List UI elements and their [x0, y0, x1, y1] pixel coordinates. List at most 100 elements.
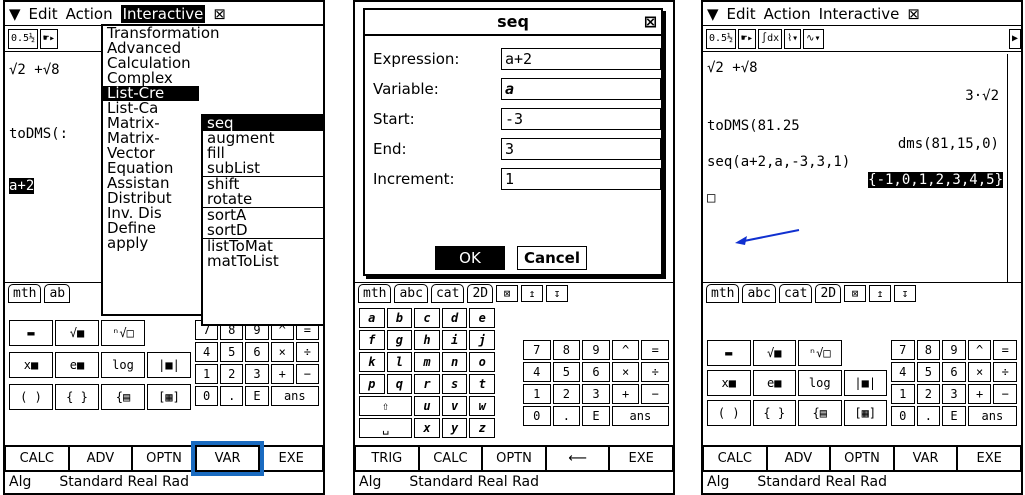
- trig-button[interactable]: TRIG: [355, 446, 419, 471]
- key-letter[interactable]: k: [359, 352, 385, 372]
- end-input[interactable]: 3: [501, 138, 661, 160]
- key[interactable]: 3: [582, 384, 610, 404]
- tab-mth[interactable]: mth: [8, 284, 42, 303]
- toolbar-button[interactable]: ☛▸: [40, 28, 59, 49]
- key[interactable]: E: [582, 406, 610, 426]
- menu-edit[interactable]: Edit: [727, 5, 756, 23]
- calc-button[interactable]: CALC: [5, 446, 69, 471]
- paren-key[interactable]: ( ): [707, 400, 751, 426]
- key[interactable]: E: [245, 386, 269, 406]
- optn-button[interactable]: OPTN: [482, 446, 546, 471]
- key[interactable]: ×: [270, 342, 294, 362]
- key[interactable]: 6: [245, 342, 269, 362]
- key[interactable]: 2: [220, 364, 244, 384]
- exp-key[interactable]: e■: [752, 370, 796, 396]
- start-input[interactable]: -3: [501, 108, 661, 130]
- key-letter[interactable]: n: [441, 352, 468, 372]
- key[interactable]: 5: [916, 362, 941, 382]
- optn-button[interactable]: OPTN: [132, 446, 196, 471]
- close-icon[interactable]: ⊠: [213, 5, 226, 23]
- down-key[interactable]: ↧: [894, 285, 917, 302]
- key[interactable]: ×: [967, 362, 992, 382]
- key[interactable]: 0: [523, 406, 551, 426]
- key[interactable]: ÷: [641, 362, 669, 382]
- key-letter[interactable]: f: [359, 330, 385, 350]
- key[interactable]: 0: [195, 386, 219, 406]
- key-letter[interactable]: a: [359, 308, 385, 328]
- key-letter[interactable]: g: [386, 330, 413, 350]
- key[interactable]: 9: [582, 340, 610, 360]
- piecewise-key[interactable]: {▤: [101, 384, 145, 410]
- tab-abc[interactable]: abc: [742, 284, 776, 303]
- key[interactable]: 8: [916, 340, 941, 360]
- brace-key[interactable]: { }: [55, 384, 99, 410]
- matrix-key[interactable]: [▦]: [147, 384, 191, 410]
- backspace-key[interactable]: ⊠: [844, 285, 867, 302]
- exe-button[interactable]: EXE: [609, 446, 673, 471]
- key[interactable]: 2: [916, 384, 941, 404]
- key[interactable]: .: [552, 406, 581, 426]
- key[interactable]: =: [641, 340, 669, 360]
- increment-input[interactable]: 1: [501, 168, 661, 190]
- backspace-button[interactable]: ⟵: [545, 446, 610, 471]
- power-key[interactable]: x■: [9, 352, 53, 378]
- menu-interactive[interactable]: Interactive: [819, 5, 900, 23]
- key-letter[interactable]: b: [386, 308, 413, 328]
- key-letter[interactable]: q: [386, 374, 413, 394]
- key[interactable]: 1: [195, 364, 219, 384]
- key[interactable]: +: [967, 384, 992, 404]
- up-key[interactable]: ↥: [521, 285, 544, 302]
- toolbar-button[interactable]: ∫dx: [758, 28, 783, 49]
- key[interactable]: +: [611, 384, 640, 404]
- piecewise-key[interactable]: {▤: [798, 400, 842, 426]
- optn-button[interactable]: OPTN: [830, 446, 894, 471]
- key[interactable]: ^: [611, 340, 640, 360]
- key[interactable]: −: [993, 384, 1017, 404]
- tab-mth[interactable]: mth: [706, 284, 740, 303]
- key[interactable]: 5: [552, 362, 581, 382]
- toolbar-more[interactable]: ▶: [1008, 28, 1021, 49]
- fraction-key[interactable]: ▬: [9, 320, 53, 346]
- paren-key[interactable]: ( ): [9, 384, 53, 410]
- key-letter[interactable]: h: [414, 330, 440, 350]
- nth-root-key[interactable]: ⁿ√□: [798, 340, 842, 366]
- key[interactable]: 4: [523, 362, 551, 382]
- key[interactable]: −: [295, 364, 319, 384]
- toolbar-button[interactable]: ⌇▾: [784, 28, 802, 49]
- key-letter[interactable]: d: [441, 308, 468, 328]
- shift-key[interactable]: ⇧: [359, 396, 413, 416]
- key[interactable]: 5: [220, 342, 244, 362]
- submenu-item[interactable]: matToList: [203, 254, 323, 269]
- menu-action[interactable]: Action: [764, 5, 811, 23]
- key-letter[interactable]: o: [469, 352, 495, 372]
- menu-edit[interactable]: Edit: [29, 5, 58, 23]
- key-letter[interactable]: e: [469, 308, 495, 328]
- fraction-key[interactable]: ▬: [707, 340, 751, 366]
- key[interactable]: 4: [891, 362, 915, 382]
- key[interactable]: 6: [942, 362, 966, 382]
- key[interactable]: =: [993, 340, 1017, 360]
- key[interactable]: 8: [552, 340, 581, 360]
- scrollbar[interactable]: [1007, 54, 1021, 282]
- cancel-button[interactable]: Cancel: [517, 246, 587, 270]
- exp-key[interactable]: e■: [55, 352, 99, 378]
- backspace-key[interactable]: ⊠: [496, 285, 519, 302]
- tab-2d[interactable]: 2D: [467, 284, 494, 303]
- tab-cat[interactable]: cat: [778, 284, 813, 303]
- key[interactable]: ÷: [993, 362, 1017, 382]
- key[interactable]: 1: [523, 384, 551, 404]
- key[interactable]: 3: [245, 364, 269, 384]
- menu-down-icon[interactable]: ▼: [9, 5, 21, 23]
- key[interactable]: −: [641, 384, 669, 404]
- key-letter[interactable]: c: [414, 308, 440, 328]
- key[interactable]: ×: [611, 362, 640, 382]
- key-letter[interactable]: l: [386, 352, 413, 372]
- tab-2d[interactable]: 2D: [815, 284, 842, 303]
- tab-mth[interactable]: mth: [358, 284, 392, 303]
- key[interactable]: ans: [270, 386, 319, 406]
- close-icon[interactable]: ⊠: [644, 10, 657, 34]
- key-letter[interactable]: r: [414, 374, 440, 394]
- key-letter[interactable]: z: [469, 418, 495, 438]
- key-letter[interactable]: m: [414, 352, 440, 372]
- tab-cat[interactable]: cat: [430, 284, 465, 303]
